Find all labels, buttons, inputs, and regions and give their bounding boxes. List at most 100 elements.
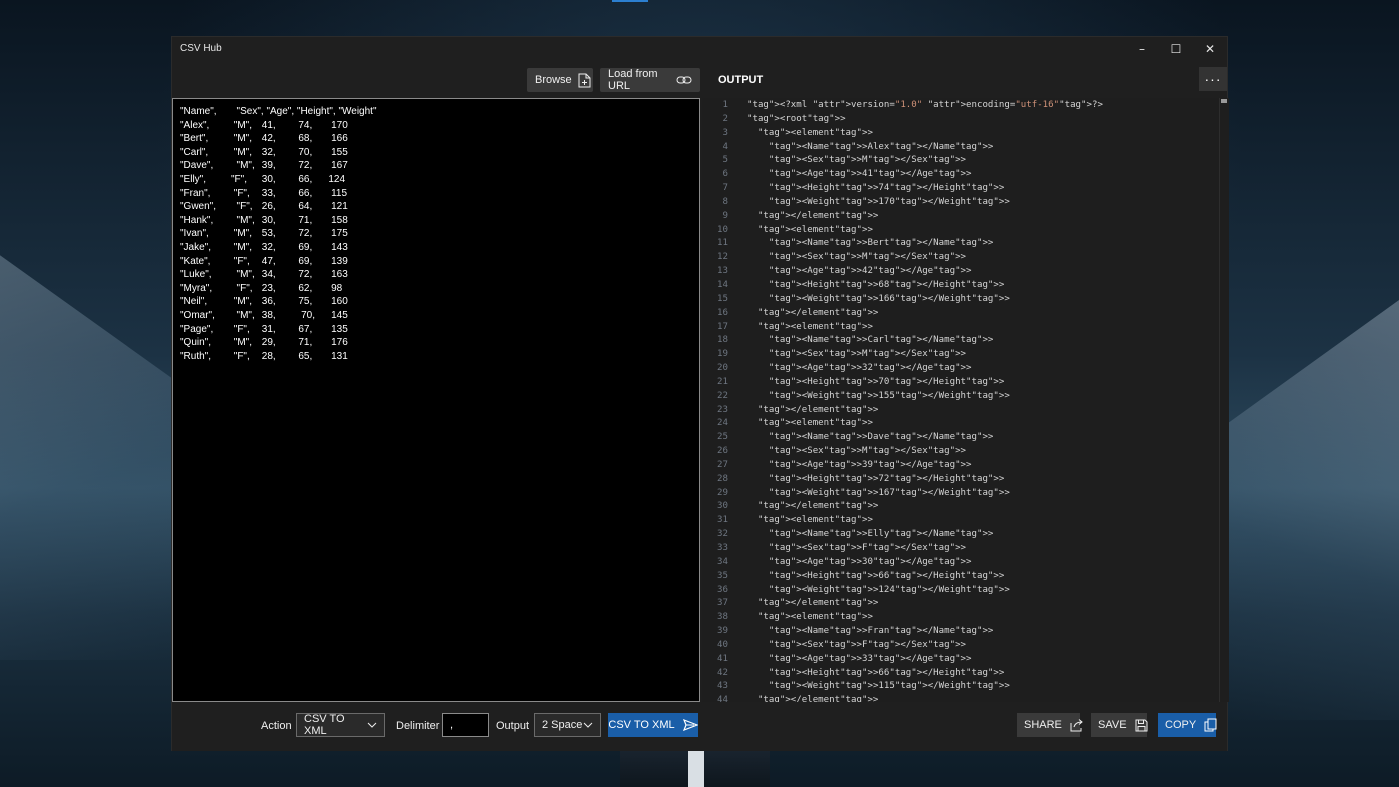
line-number: 11: [717, 238, 728, 249]
csv-line: "Omar", "M", 38, 70, 145: [180, 309, 699, 323]
csv-cell: 98: [320, 282, 343, 294]
output-format-label: Output: [496, 720, 530, 732]
csv-cell: 34,: [259, 269, 276, 281]
line-number: 21: [717, 376, 728, 387]
share-button[interactable]: SHARE: [1017, 713, 1083, 737]
csv-cell: "F",: [231, 201, 253, 213]
output-format-dropdown[interactable]: 2 Space: [534, 713, 601, 737]
chevron-down-icon: [367, 722, 377, 728]
load-from-url-button[interactable]: Load from URL: [600, 68, 700, 92]
code-text: "tag"><Name"tag">>Bert"tag"></Name"tag">…: [768, 238, 994, 249]
code-text: "tag"><Name"tag">>Fran"tag"></Name"tag">…: [768, 626, 994, 637]
maximize-button[interactable]: ☐: [1159, 37, 1193, 61]
wallpaper-snow-hill-right: [1224, 300, 1399, 720]
csv-input-textarea[interactable]: "Name", "Sex", "Age", "Height", "Weight"…: [172, 98, 700, 702]
browse-button[interactable]: Browse: [527, 68, 593, 92]
line-number: 35: [717, 570, 728, 581]
csv-cell: 69,: [290, 255, 313, 267]
file-add-icon: [578, 73, 591, 88]
csv-cell: 64,: [290, 201, 313, 213]
csv-line: "Gwen", "F", 26, 64, 121: [180, 200, 699, 214]
share-label: SHARE: [1024, 719, 1062, 731]
action-dropdown[interactable]: CSV TO XML: [296, 713, 385, 737]
code-text: "tag"><Weight"tag">>115"tag"></Weight"ta…: [768, 681, 1010, 692]
csv-cell: 163: [320, 269, 348, 281]
editor-line: 28 "tag"><Height"tag">>72"tag"></Height"…: [702, 473, 1229, 487]
csv-cell: 145: [320, 309, 348, 321]
editor-line: 12 "tag"><Sex"tag">>M"tag"></Sex"tag">>: [702, 251, 1229, 265]
csv-line: "Name", "Sex", "Age", "Height", "Weight": [180, 105, 699, 119]
csv-cell: 115: [320, 187, 348, 199]
editor-line: 8 "tag"><Weight"tag">>170"tag"></Weight"…: [702, 196, 1229, 210]
code-text: "tag"><Sex"tag">>F"tag"></Sex"tag">>: [768, 543, 967, 553]
editor-line: 43 "tag"><Weight"tag">>115"tag"></Weight…: [702, 680, 1229, 694]
floppy-disk-icon: [1135, 719, 1148, 732]
csv-cell: 32,: [259, 146, 276, 158]
editor-line: 16 "tag"></element"tag">>: [702, 307, 1229, 321]
csv-cell: 47,: [259, 255, 276, 267]
line-number: 6: [722, 169, 728, 180]
csv-cell: "Elly",: [180, 173, 206, 185]
csv-cell: "F",: [231, 255, 250, 267]
csv-cell: 32,: [259, 241, 276, 253]
line-number: 23: [717, 404, 728, 415]
csv-cell: "M",: [231, 119, 252, 131]
code-text: "tag"><Height"tag">>66"tag"></Height"tag…: [768, 570, 1005, 581]
save-button[interactable]: SAVE: [1091, 713, 1148, 737]
line-number: 28: [717, 473, 728, 484]
editor-line: 34 "tag"><Age"tag">>30"tag"></Age"tag">>: [702, 556, 1229, 570]
csv-cell: "M",: [231, 228, 252, 240]
convert-button[interactable]: CSV TO XML: [608, 713, 698, 737]
code-text: "tag"><element"tag">>: [757, 418, 873, 429]
code-text: "tag"><element"tag">>: [757, 321, 873, 332]
csv-cell: "Fran",: [180, 187, 211, 199]
csv-cell: "M",: [231, 309, 255, 321]
csv-cell: 72,: [290, 228, 313, 240]
delimiter-input[interactable]: ,: [442, 713, 489, 737]
line-number: 16: [717, 307, 728, 318]
editor-line: 29 "tag"><Weight"tag">>167"tag"></Weight…: [702, 487, 1229, 501]
close-button[interactable]: ✕: [1193, 37, 1227, 61]
csv-cell: "M",: [231, 133, 252, 145]
csv-cell: 66,: [290, 187, 313, 199]
editor-line: 10 "tag"><element"tag">>: [702, 224, 1229, 238]
code-text: "tag"><Age"tag">>42"tag"></Age"tag">>: [768, 266, 972, 277]
csv-cell: "M",: [231, 337, 252, 349]
csv-cell: "Gwen",: [180, 201, 217, 213]
editor-scroll-thumb[interactable]: [1221, 99, 1227, 103]
csv-cell: 66,: [290, 173, 313, 185]
csv-line: "Dave", "M", 39, 72, 167: [180, 159, 699, 173]
chevron-down-icon: [583, 722, 593, 728]
csv-cell: "Page",: [180, 323, 214, 335]
copy-button[interactable]: COPY: [1158, 713, 1217, 737]
editor-scrollbar[interactable]: [1219, 98, 1229, 702]
csv-cell: "F",: [231, 350, 250, 362]
csv-line: "Alex", "M", 41, 74, 170: [180, 119, 699, 133]
csv-cell: 74,: [290, 119, 313, 131]
csv-cell: 30,: [259, 173, 276, 185]
minimize-button[interactable]: –: [1125, 37, 1159, 61]
taskbar-indicator: [612, 0, 648, 2]
xml-output-editor[interactable]: 1 "tag"><?xml "attr">version="1.0" "attr"…: [702, 98, 1229, 702]
code-text: "tag"><Sex"tag">>M"tag"></Sex"tag">>: [768, 155, 967, 166]
csv-cell: 31,: [259, 323, 276, 335]
csv-line: "Myra", "F", 23, 62, 98: [180, 282, 699, 296]
editor-line: 2 "tag"><root"tag">>: [702, 113, 1229, 127]
code-text: "tag"><Sex"tag">>F"tag"></Sex"tag">>: [768, 639, 967, 650]
bottom-bar: Action CSV TO XML Delimiter , Output 2 S…: [172, 703, 1227, 751]
editor-line: 3 "tag"><element"tag">>: [702, 127, 1229, 141]
title-bar[interactable]: CSV Hub – ☐ ✕: [172, 37, 1227, 61]
line-number: 3: [722, 127, 728, 138]
output-format-value: 2 Space: [542, 719, 583, 731]
csv-cell: 38,: [259, 309, 276, 321]
csv-cell: 166: [320, 133, 348, 145]
line-number: 14: [717, 279, 728, 290]
editor-line: 26 "tag"><Sex"tag">>M"tag"></Sex"tag">>: [702, 445, 1229, 459]
code-text: "tag"><Weight"tag">>124"tag"></Weight"ta…: [768, 584, 1010, 595]
more-options-button[interactable]: ···: [1199, 67, 1227, 91]
csv-cell: 42,: [259, 133, 276, 145]
line-number: 42: [717, 667, 728, 678]
code-text: "tag"><element"tag">>: [757, 515, 873, 526]
code-text: "tag"><element"tag">>: [757, 127, 873, 138]
csv-cell: "M",: [231, 296, 252, 308]
